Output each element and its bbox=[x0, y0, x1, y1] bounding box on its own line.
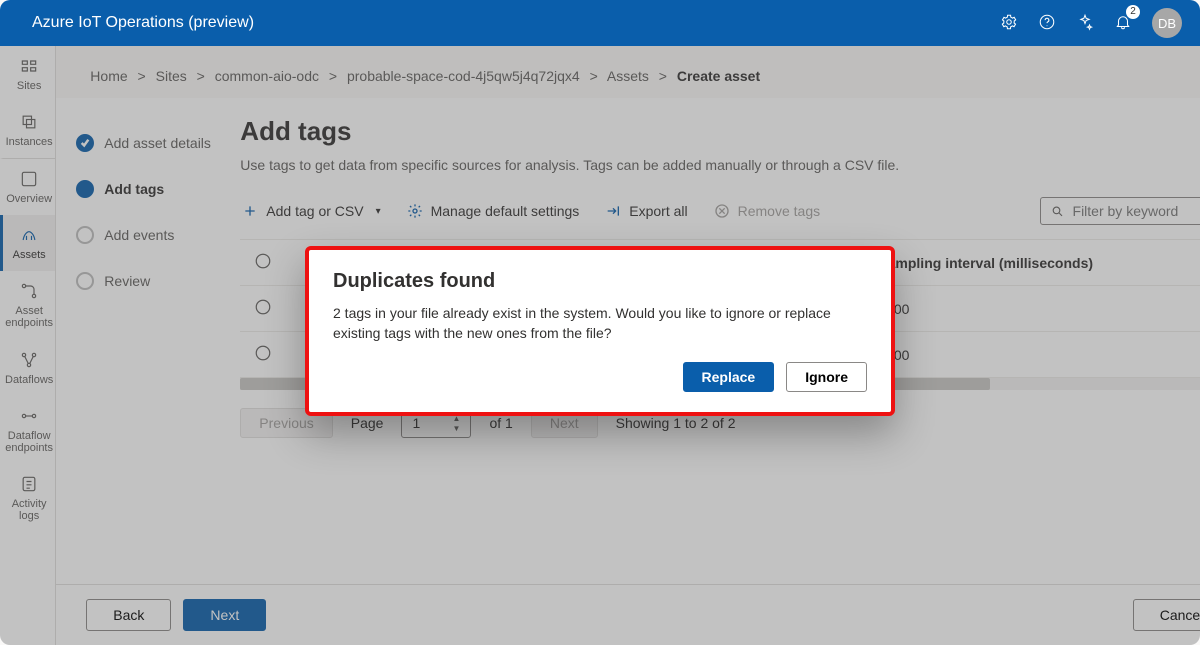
sparkle-icon[interactable] bbox=[1076, 13, 1094, 34]
settings-gear-icon[interactable] bbox=[1000, 13, 1018, 34]
app-title: Azure IoT Operations (preview) bbox=[18, 14, 254, 32]
avatar[interactable]: DB bbox=[1152, 8, 1182, 38]
ignore-button[interactable]: Ignore bbox=[786, 362, 867, 392]
replace-button[interactable]: Replace bbox=[683, 362, 775, 392]
topbar: Azure IoT Operations (preview) 2 DB bbox=[0, 0, 1200, 46]
notifications-icon[interactable]: 2 bbox=[1114, 13, 1132, 34]
duplicates-found-dialog: Duplicates found 2 tags in your file alr… bbox=[305, 246, 895, 416]
modal-title: Duplicates found bbox=[333, 270, 867, 293]
modal-overlay: Duplicates found 2 tags in your file alr… bbox=[0, 46, 1200, 645]
topbar-actions: 2 DB bbox=[1000, 8, 1182, 38]
notification-badge: 2 bbox=[1126, 5, 1140, 19]
modal-body: 2 tags in your file already exist in the… bbox=[333, 303, 867, 344]
help-icon[interactable] bbox=[1038, 13, 1056, 34]
